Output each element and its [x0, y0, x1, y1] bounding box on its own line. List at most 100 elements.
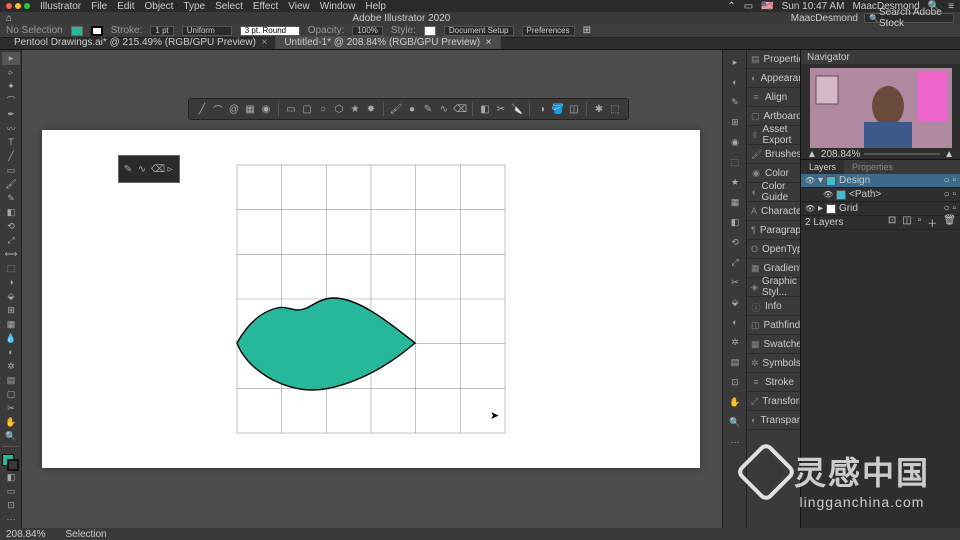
smooth-tool-icon[interactable]: ∿	[437, 102, 451, 116]
panel-opentype[interactable]: OOpenType	[747, 240, 800, 259]
rounded-rect-icon[interactable]: ▢	[300, 102, 314, 116]
line-icon[interactable]: ╱	[195, 102, 209, 116]
panel-graphic-styles[interactable]: ◈Graphic Styl...	[747, 278, 800, 297]
menu-window[interactable]: Window	[320, 1, 356, 12]
panel-appearance[interactable]: ◐Appearance	[747, 69, 800, 88]
visibility-icon[interactable]: 👁	[805, 176, 815, 185]
shape-builder-tool[interactable]: ◑	[2, 276, 20, 289]
magic-wand-tool[interactable]: ✦	[2, 80, 20, 93]
panel-align[interactable]: ≡Align	[747, 88, 800, 107]
panel-asset-export[interactable]: ⇪Asset Export	[747, 126, 800, 145]
star-icon[interactable]: ★	[348, 102, 362, 116]
brush-dropdown[interactable]: 3 pt. Round	[240, 26, 300, 36]
menu-help[interactable]: Help	[365, 1, 386, 12]
polygon-icon[interactable]: ⬡	[332, 102, 346, 116]
fill-stroke-indicator[interactable]	[2, 454, 20, 471]
new-layer-icon[interactable]: ＋	[927, 215, 937, 230]
artboard-tool[interactable]: ▢	[2, 388, 20, 401]
rt-icon-11[interactable]: ⤢	[726, 253, 744, 271]
menu-type[interactable]: Type	[183, 1, 205, 12]
rect-grid-icon[interactable]: ▦	[243, 102, 257, 116]
selection-tool[interactable]: ▸	[2, 52, 20, 65]
delete-layer-icon[interactable]: 🗑	[943, 215, 956, 230]
menu-edit[interactable]: Edit	[117, 1, 134, 12]
canvas-area[interactable]: ➤ ✎ ∿ ⌫ ▹ ╱ ⌒ @ ▦ ◉ ▭ ▢ ○ ⬡ ★ ✸ 🖌 ● ✎ ∿ …	[22, 50, 722, 528]
width-tool[interactable]: ⟷	[2, 248, 20, 261]
rt-icon-16[interactable]: ▤	[726, 353, 744, 371]
rt-icon-4[interactable]: ⊞	[726, 113, 744, 131]
knife-icon[interactable]: 🔪	[510, 102, 524, 116]
tab-pentool[interactable]: Pentool Drawings.ai* @ 215.49% (RGB/GPU …	[6, 36, 276, 49]
rt-icon-8[interactable]: ▦	[726, 193, 744, 211]
rt-icon-19[interactable]: 🔍	[726, 413, 744, 431]
symbol-sprayer-tool[interactable]: ✲	[2, 360, 20, 373]
expand-icon[interactable]: ▸	[818, 203, 823, 214]
zoom-out-icon[interactable]: ▲	[807, 149, 817, 160]
pencil-icon[interactable]: ✎	[123, 164, 133, 174]
panel-stroke[interactable]: ≡Stroke	[747, 373, 800, 392]
rt-icon-3[interactable]: ✎	[726, 93, 744, 111]
free-transform-tool[interactable]: ⬚	[2, 262, 20, 275]
style-swatch[interactable]	[424, 26, 436, 36]
menu-select[interactable]: Select	[215, 1, 243, 12]
panel-color-guide[interactable]: ◐Color Guide	[747, 183, 800, 202]
color-mode-toggle[interactable]: ◧	[2, 471, 20, 484]
hand-tool[interactable]: ✋	[2, 416, 20, 429]
arc-icon[interactable]: ⌒	[211, 102, 225, 116]
join-icon[interactable]: ▹	[165, 164, 175, 174]
locate-icon[interactable]: ⊡	[888, 215, 896, 230]
visibility-icon[interactable]: 👁	[805, 204, 815, 213]
puppet-warp-icon[interactable]: ✱	[592, 102, 606, 116]
paintbrush-tool[interactable]: 🖌	[2, 178, 20, 191]
rt-icon-10[interactable]: ⟲	[726, 233, 744, 251]
rt-icon-18[interactable]: ✋	[726, 393, 744, 411]
stroke-weight-dropdown[interactable]: 1 pt	[150, 26, 173, 36]
blob-brush-icon[interactable]: ●	[405, 102, 419, 116]
rt-icon-6[interactable]: ⬚	[726, 153, 744, 171]
window-controls[interactable]	[6, 3, 30, 9]
menu-file[interactable]: File	[91, 1, 107, 12]
gradient-tool[interactable]: ▦	[2, 318, 20, 331]
menu-object[interactable]: Object	[144, 1, 173, 12]
shaper-tool[interactable]: ✎	[2, 192, 20, 205]
rt-icon-9[interactable]: ◧	[726, 213, 744, 231]
panel-properties[interactable]: ▤Properties	[747, 50, 800, 69]
zoom-tool[interactable]: 🔍	[2, 430, 20, 443]
curvature-tool[interactable]: 〰	[2, 122, 20, 135]
paintbrush-icon[interactable]: 🖌	[389, 102, 403, 116]
live-paint-icon[interactable]: 🪣	[551, 102, 565, 116]
ellipse-icon[interactable]: ○	[316, 102, 330, 116]
menu-view[interactable]: View	[288, 1, 310, 12]
polar-grid-icon[interactable]: ◉	[259, 102, 273, 116]
rt-icon-14[interactable]: ◐	[726, 313, 744, 331]
home-icon[interactable]: ⌂	[6, 13, 12, 24]
layer-row-path[interactable]: 👁 <Path> ○ ▫	[801, 188, 960, 202]
type-tool[interactable]: T	[2, 136, 20, 149]
stroke-profile-dropdown[interactable]: Uniform	[182, 26, 232, 36]
rt-icon-17[interactable]: ⊡	[726, 373, 744, 391]
rt-icon-5[interactable]: ◉	[726, 133, 744, 151]
free-transform-icon[interactable]: ⬚	[608, 102, 622, 116]
flare-icon[interactable]: ✸	[364, 102, 378, 116]
preferences-button[interactable]: Preferences	[522, 26, 575, 36]
rt-icon-13[interactable]: ⬙	[726, 293, 744, 311]
rotate-tool[interactable]: ⟲	[2, 220, 20, 233]
panel-character[interactable]: ACharacter	[747, 202, 800, 221]
rt-icon-15[interactable]: ✲	[726, 333, 744, 351]
direct-selection-tool[interactable]: ▹	[2, 66, 20, 79]
mask-icon[interactable]: ◫	[902, 215, 911, 230]
smooth-icon[interactable]: ∿	[137, 164, 147, 174]
tab-untitled[interactable]: Untitled-1* @ 208.84% (RGB/GPU Preview) …	[276, 36, 500, 49]
pen-tool[interactable]: ✒	[2, 108, 20, 121]
stroke-swatch[interactable]	[91, 26, 103, 36]
menu-effect[interactable]: Effect	[253, 1, 278, 12]
panel-brushes[interactable]: 🖌Brushes	[747, 145, 800, 164]
tab-layers[interactable]: Layers	[801, 160, 844, 174]
blend-tool[interactable]: ◐	[2, 346, 20, 359]
menu-icon[interactable]: ≡	[948, 1, 954, 12]
rt-icon-7[interactable]: ★	[726, 173, 744, 191]
zoom-in-icon[interactable]: ▲	[944, 149, 954, 160]
tab-props[interactable]: Properties	[844, 160, 901, 174]
rt-icon-12[interactable]: ✂	[726, 273, 744, 291]
scale-tool[interactable]: ⤢	[2, 234, 20, 247]
